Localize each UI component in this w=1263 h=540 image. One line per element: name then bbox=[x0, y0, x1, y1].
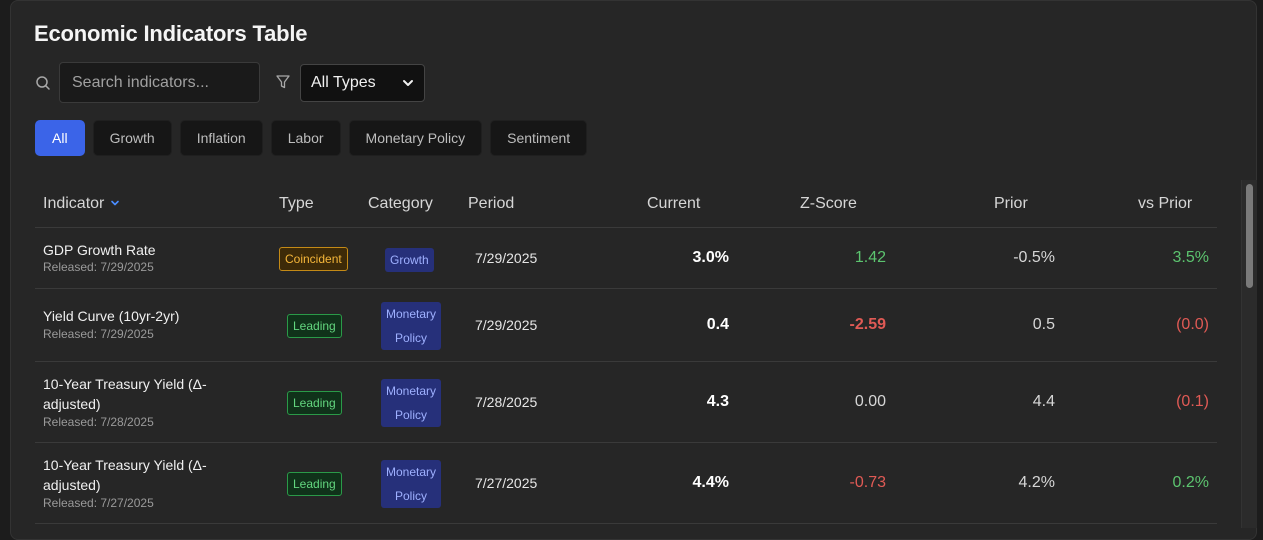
release-date: Released: 7/27/2025 bbox=[43, 496, 154, 510]
vs-prior-value: (0.0) bbox=[1176, 316, 1209, 333]
type-select-value: All Types bbox=[311, 74, 376, 91]
vs-prior-value: (0.1) bbox=[1176, 393, 1209, 410]
col-header-indicator[interactable]: Indicator bbox=[43, 195, 120, 213]
zscore-value: 0.00 bbox=[854, 393, 886, 410]
type-badge: Leading bbox=[287, 314, 342, 338]
col-header-category[interactable]: Category bbox=[368, 195, 433, 213]
scrollbar-thumb[interactable] bbox=[1246, 184, 1253, 288]
indicator-name: 10-Year Treasury Yield (Δ- adjusted) bbox=[43, 374, 243, 414]
indicator-name: GDP Growth Rate bbox=[43, 242, 156, 258]
current-value: 4.3 bbox=[706, 393, 729, 410]
filter-icon bbox=[276, 75, 290, 89]
sort-desc-icon bbox=[111, 200, 119, 206]
chip-labor[interactable]: Labor bbox=[270, 120, 341, 156]
type-badge: Leading bbox=[287, 472, 342, 496]
prior-value: 0.5 bbox=[1032, 316, 1055, 333]
period-cell: 7/27/2025 bbox=[475, 475, 538, 491]
current-value: 4.4% bbox=[692, 474, 729, 491]
col-header-period[interactable]: Period bbox=[468, 195, 514, 213]
category-line2: Policy bbox=[394, 331, 427, 345]
period-cell: 7/28/2025 bbox=[475, 394, 538, 410]
zscore-value: -2.59 bbox=[849, 316, 886, 333]
prior-value: -0.5% bbox=[1013, 249, 1055, 266]
indicator-name: Yield Curve (10yr-2yr) bbox=[43, 308, 180, 324]
chip-sentiment[interactable]: Sentiment bbox=[490, 120, 588, 156]
type-badge: Coincident bbox=[279, 247, 348, 271]
table-row[interactable]: GDP Growth Rate Released: 7/29/2025 Coin… bbox=[35, 228, 1217, 289]
col-header-vs-prior[interactable]: vs Prior bbox=[1138, 195, 1192, 213]
chip-growth[interactable]: Growth bbox=[92, 120, 172, 156]
period-cell: 7/29/2025 bbox=[475, 250, 538, 266]
category-badge: Monetary Policy bbox=[381, 379, 441, 427]
col-header-current[interactable]: Current bbox=[647, 195, 700, 213]
category-badge: Monetary Policy bbox=[381, 460, 441, 508]
release-date: Released: 7/29/2025 bbox=[43, 260, 154, 274]
col-header-type[interactable]: Type bbox=[279, 195, 314, 213]
table-scrollbar[interactable] bbox=[1241, 180, 1257, 528]
category-chips: All Growth Inflation Labor Monetary Poli… bbox=[35, 120, 588, 156]
current-value: 3.0% bbox=[692, 249, 729, 266]
vs-prior-value: 0.2% bbox=[1172, 474, 1209, 491]
table-row[interactable]: 10-Year Treasury Yield (Δ- adjusted) Rel… bbox=[35, 443, 1217, 524]
col-header-zscore[interactable]: Z-Score bbox=[800, 195, 857, 213]
release-date: Released: 7/28/2025 bbox=[43, 415, 154, 429]
chip-inflation[interactable]: Inflation bbox=[179, 120, 263, 156]
release-date: Released: 7/29/2025 bbox=[43, 327, 154, 341]
category-line1: Monetary bbox=[385, 384, 437, 398]
category-line2: Policy bbox=[394, 489, 427, 503]
indicator-name-line2: adjusted) bbox=[43, 477, 101, 493]
zscore-value: -0.73 bbox=[849, 474, 886, 491]
chevron-down-icon bbox=[403, 80, 413, 86]
type-badge: Leading bbox=[287, 391, 342, 415]
indicator-name-line2: adjusted) bbox=[43, 396, 101, 412]
indicator-name-line1: 10-Year Treasury Yield (Δ- bbox=[43, 376, 207, 392]
indicator-name-line1: 10-Year Treasury Yield (Δ- bbox=[43, 457, 207, 473]
table-row[interactable]: 10-Year Treasury Yield (Δ- adjusted) Rel… bbox=[35, 362, 1217, 443]
prior-value: 4.4 bbox=[1032, 393, 1055, 410]
current-value: 0.4 bbox=[706, 316, 729, 333]
category-badge: Growth bbox=[385, 248, 434, 272]
zscore-value: 1.42 bbox=[854, 249, 886, 266]
period-cell: 7/29/2025 bbox=[475, 317, 538, 333]
category-line1: Monetary bbox=[385, 465, 437, 479]
chip-all[interactable]: All bbox=[35, 120, 85, 156]
search-input[interactable] bbox=[59, 62, 260, 103]
vs-prior-value: 3.5% bbox=[1172, 249, 1209, 266]
col-header-indicator-label: Indicator bbox=[43, 195, 105, 212]
category-line1: Monetary bbox=[385, 307, 437, 321]
type-select[interactable]: All Types bbox=[300, 64, 425, 102]
category-badge: Monetary Policy bbox=[381, 302, 441, 350]
prior-value: 4.2% bbox=[1018, 474, 1055, 491]
chip-monetary-policy[interactable]: Monetary Policy bbox=[348, 120, 483, 156]
search-icon bbox=[36, 76, 50, 90]
category-line2: Policy bbox=[394, 408, 427, 422]
indicator-name: 10-Year Treasury Yield (Δ- adjusted) bbox=[43, 455, 243, 495]
indicators-panel: Economic Indicators Table All Types All … bbox=[10, 0, 1257, 540]
page-title: Economic Indicators Table bbox=[34, 21, 308, 46]
table-row[interactable]: Yield Curve (10yr-2yr) Released: 7/29/20… bbox=[35, 289, 1217, 362]
col-header-prior[interactable]: Prior bbox=[994, 195, 1028, 213]
